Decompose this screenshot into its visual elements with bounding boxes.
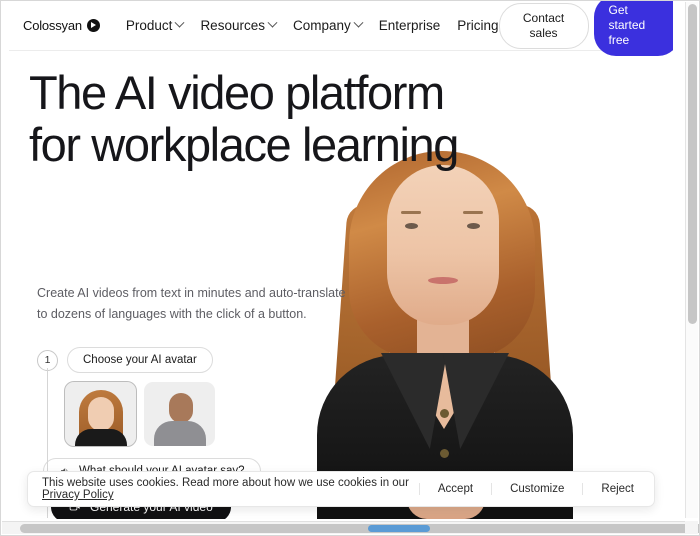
horizontal-scrollbar-thumb[interactable]	[20, 524, 699, 533]
avatar-female-face	[88, 397, 114, 431]
choose-avatar-label[interactable]: Choose your AI avatar	[67, 347, 213, 373]
get-started-free-button[interactable]: Get started free	[593, 1, 673, 56]
chevron-down-icon	[267, 17, 278, 28]
nav-item-enterprise[interactable]: Enterprise	[379, 18, 441, 33]
presenter-button-2	[440, 449, 449, 458]
hero-section: The AI video platform for workplace lear…	[9, 51, 673, 519]
scrollbar-corner	[685, 521, 698, 534]
horizontal-scrollbar-highlight	[368, 525, 430, 532]
avatar-female-body	[75, 429, 127, 446]
cookie-customize-button[interactable]: Customize	[491, 483, 582, 495]
page-viewport: Colossyan Product Resources Company Ente…	[9, 1, 673, 519]
presenter-brow-right	[463, 211, 483, 214]
presenter-lips	[428, 277, 458, 284]
vertical-scrollbar-thumb[interactable]	[688, 4, 697, 324]
site-logo[interactable]: Colossyan	[23, 18, 100, 33]
browser-window: Colossyan Product Resources Company Ente…	[0, 0, 700, 536]
horizontal-scrollbar[interactable]	[2, 521, 699, 534]
site-header: Colossyan Product Resources Company Ente…	[9, 1, 673, 56]
privacy-policy-link[interactable]: Privacy Policy	[42, 489, 114, 501]
cookie-banner-message: This website uses cookies. Read more abo…	[42, 477, 409, 489]
avatar-male-head	[169, 393, 193, 423]
header-actions: Contact sales Get started free Log in	[498, 1, 673, 56]
presenter-eye-left	[405, 223, 418, 229]
presenter-brow-left	[401, 211, 421, 214]
chevron-down-icon	[353, 17, 364, 28]
nav-item-company[interactable]: Company	[292, 17, 364, 33]
avatar-option-male[interactable]	[144, 382, 215, 446]
presenter-eye-right	[467, 223, 480, 229]
chevron-down-icon	[174, 17, 185, 28]
cookie-consent-banner: This website uses cookies. Read more abo…	[27, 471, 655, 507]
presenter-button-1	[440, 409, 449, 418]
avatar-option-female[interactable]	[64, 381, 137, 447]
vertical-scrollbar[interactable]	[685, 2, 698, 518]
hero-subtitle: Create AI videos from text in minutes an…	[37, 286, 346, 321]
step-one-row: 1 Choose your AI avatar	[37, 347, 261, 373]
nav-item-product[interactable]: Product	[125, 17, 185, 33]
play-circle-icon	[86, 19, 100, 32]
presenter-face	[387, 165, 499, 325]
nav-item-company-label: Company	[292, 18, 351, 33]
page-title: The AI video platform for workplace lear…	[29, 66, 459, 171]
cookie-banner-text: This website uses cookies. Read more abo…	[42, 477, 419, 501]
avatar-male-body	[154, 421, 206, 446]
nav-item-product-label: Product	[125, 18, 173, 33]
cookie-reject-button[interactable]: Reject	[582, 483, 640, 495]
nav-item-resources[interactable]: Resources	[200, 17, 278, 33]
avatar-options-list	[64, 381, 261, 447]
cookie-accept-button[interactable]: Accept	[418, 483, 491, 495]
primary-navigation: Product Resources Company Enterprise Pri…	[125, 17, 499, 33]
cookie-banner-actions: Accept Customize Reject	[418, 483, 640, 495]
contact-sales-button[interactable]: Contact sales	[498, 2, 589, 49]
logo-text: Colossyan	[23, 18, 82, 33]
nav-item-resources-label: Resources	[200, 18, 265, 33]
nav-item-pricing[interactable]: Pricing	[457, 18, 498, 33]
